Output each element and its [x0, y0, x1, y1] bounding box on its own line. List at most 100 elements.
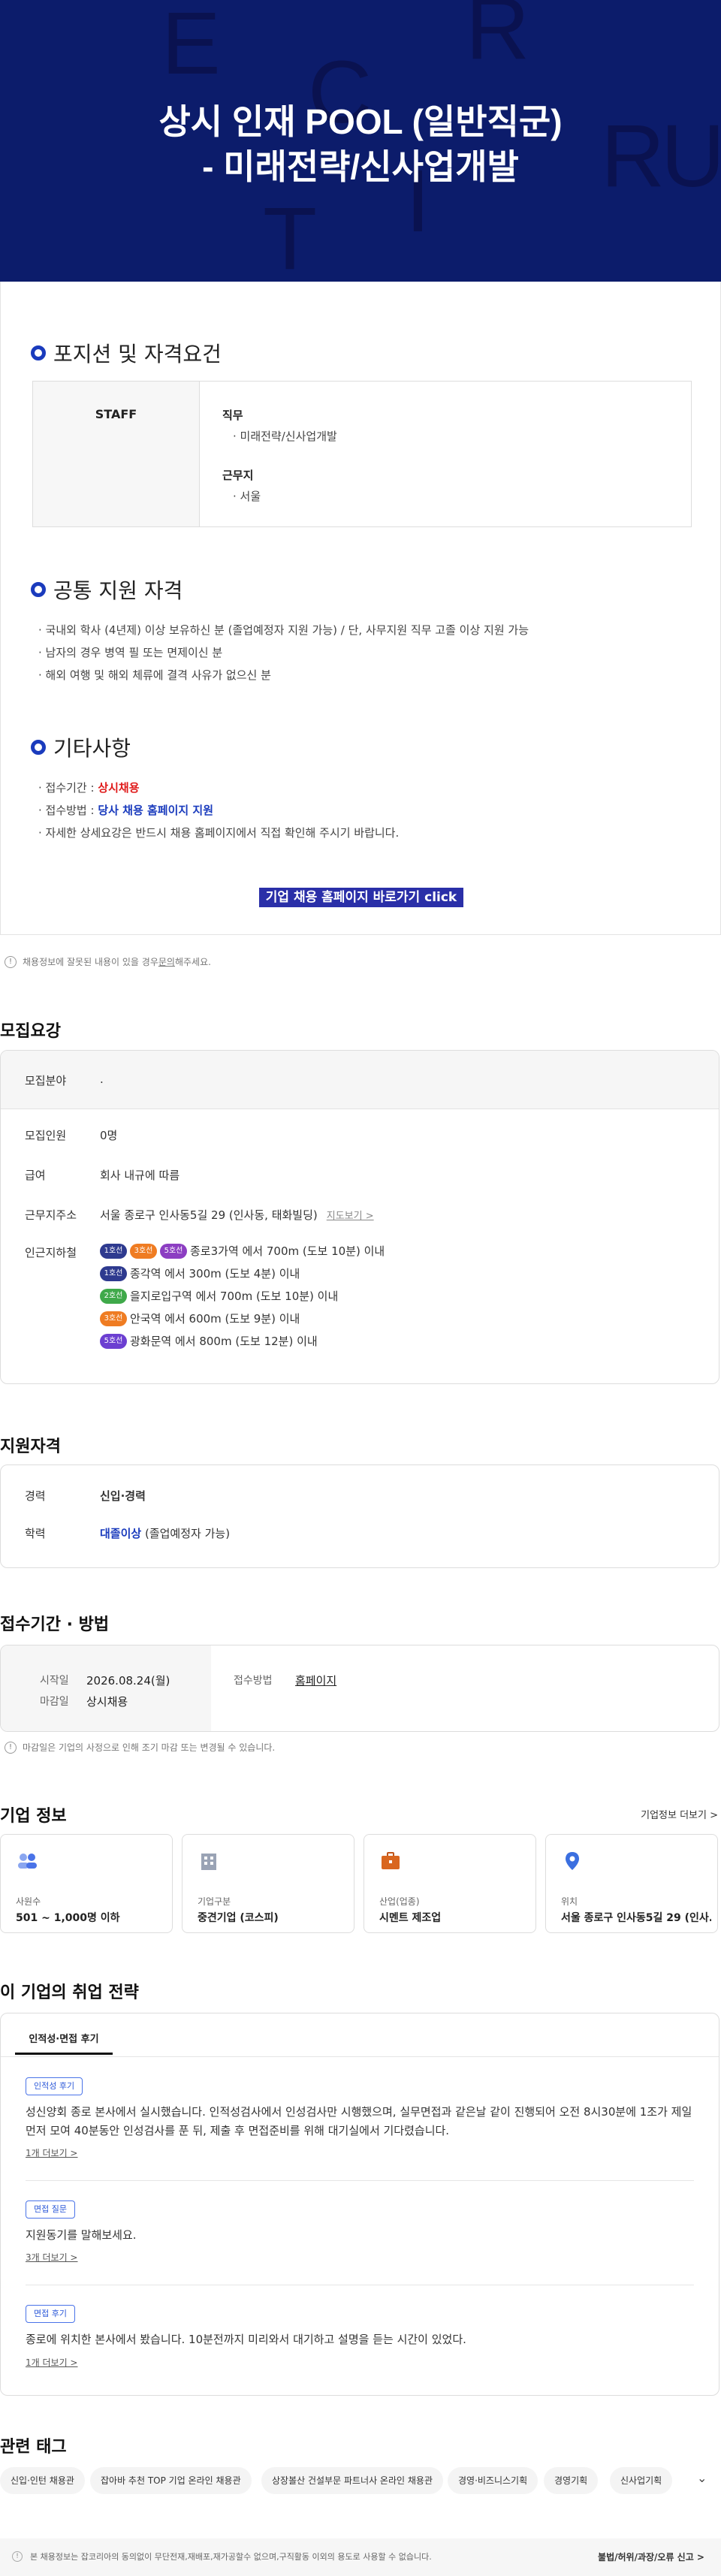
report-link[interactable]: 불법/허위/과장/오류 신고 >	[598, 2550, 704, 2563]
company-card-employees: 사원수 501 ~ 1,000명 이하	[0, 1834, 173, 1933]
review-text: 종로에 위치한 본사에서 봤습니다. 10분전까지 미리와서 대기하고 설명을 …	[26, 2333, 466, 2346]
hero-bg-letter: E	[161, 0, 221, 93]
qual-box: 경력 신입·경력 학력 대졸이상 (졸업예정자 가능)	[0, 1464, 719, 1568]
inquiry-link[interactable]: 문의	[158, 955, 175, 968]
tab-interview-reviews[interactable]: 인적성·면접 후기	[15, 2025, 113, 2055]
location-label: 근무지	[222, 469, 254, 482]
subway-line: 2호선 을지로입구역 에서 700m (도보 10분) 이내	[100, 1288, 338, 1304]
map-link[interactable]: 지도보기 >	[327, 1211, 374, 1222]
footer-bar: ! 본 채용정보는 잡코리아의 동의없이 무단전재,재배포,재가공할수 없으며,…	[0, 2538, 721, 2576]
hero-bg-letter: R	[466, 0, 530, 78]
review-text: 지원동기를 말해보세요.	[26, 2228, 137, 2242]
section-title-apply: 접수기간 · 방법	[0, 1615, 110, 1634]
subway-line-badge: 1호선	[100, 1265, 127, 1281]
subway-line-badge: 3호선	[130, 1243, 157, 1259]
review-more-link[interactable]: 1개 더보기 >	[26, 2356, 77, 2369]
related-tag[interactable]: 신입·인턴 채용관	[0, 2467, 85, 2494]
review-chip: 면접 후기	[26, 2305, 75, 2323]
subway-distance: 을지로입구역 에서 700m (도보 10분) 이내	[130, 1290, 339, 1303]
hero-bg-letter: T	[263, 189, 318, 282]
deadline-notice: ! 마감일은 기업의 사정으로 인해 조기 마감 또는 변경될 수 있습니다.	[5, 1741, 275, 1754]
section-title-strategy: 이 기업의 취업 전략	[0, 1983, 139, 2002]
etc-method: · 접수방법 : 당사 채용 홈페이지 지원	[38, 804, 213, 817]
address-value: 서울 종로구 인사동5길 29 (인사동, 태화빌딩) 지도보기 >	[100, 1208, 374, 1222]
related-tag[interactable]: 경영·비즈니스기획	[448, 2467, 538, 2494]
count-value: 0명	[100, 1129, 118, 1142]
etc-note: · 자세한 상세요강은 반드시 채용 홈페이지에서 직접 확인해 주시기 바랍니…	[38, 826, 400, 840]
subway-line: 3호선 안국역 에서 600m (도보 9분) 이내	[100, 1311, 300, 1326]
briefcase-icon	[382, 1852, 400, 1869]
section-title-common: 공통 지원 자격	[31, 575, 183, 605]
subway-distance: 종각역 에서 300m (도보 4분) 이내	[130, 1267, 300, 1280]
posting-title: 상시 인재 POOL (일반직군) - 미래전략/신사업개발	[158, 102, 563, 186]
job-group-cell: STAFF	[33, 382, 200, 526]
subway-line: 1호선 3호선 5호선 종로3가역 에서 700m (도보 10분) 이내	[100, 1243, 385, 1259]
subway-distance: 종로3가역 에서 700m (도보 10분) 이내	[190, 1244, 385, 1258]
edu-value: 대졸이상 (졸업예정자 가능)	[100, 1527, 231, 1540]
company-card-location: 위치 서울 종로구 인사동5길 29 (인사...	[545, 1834, 718, 1933]
company-homepage-button[interactable]: 기업 채용 홈페이지 바로가기 click	[259, 888, 463, 907]
chevron-down-icon[interactable]: ⌄	[697, 2471, 707, 2485]
subway-line: 1호선 종각역 에서 300m (도보 4분) 이내	[100, 1265, 300, 1281]
apply-dates: 시작일 2026.08.24(월) 마감일 상시채용	[1, 1645, 211, 1731]
related-tag[interactable]: 상장볼산 건설부문 파트너사 온라인 채용관	[261, 2467, 443, 2494]
tab-divider	[1, 2056, 719, 2057]
duty-value: · 미래전략/신사업개발	[233, 430, 337, 443]
career-value: 신입·경력	[100, 1489, 146, 1503]
related-tag[interactable]: 신사업기획	[610, 2467, 673, 2494]
subway-line: 5호선 광화문역 에서 800m (도보 12분) 이내	[100, 1333, 318, 1349]
apply-method-link[interactable]: 홈페이지	[295, 1673, 336, 1688]
recruit-box: 모집분야 . 모집인원 0명 급여 회사 내규에 따름 근무지주소 서울 종로구…	[0, 1050, 719, 1384]
subway-line-badge: 5호선	[100, 1333, 127, 1349]
review-more-link[interactable]: 3개 더보기 >	[26, 2251, 77, 2264]
section-title-tags: 관련 태그	[0, 2438, 67, 2457]
edu-label: 학력	[25, 1527, 46, 1540]
field-row: 모집분야 .	[1, 1051, 719, 1109]
section-title-etc: 기타사항	[31, 732, 131, 762]
duty-label: 직무	[222, 409, 243, 422]
job-posting-page: E R C R U I T 상시 인재 POOL (일반직군) - 미래전략/신…	[0, 0, 721, 2576]
related-tag[interactable]: 경영기획	[544, 2467, 599, 2494]
etc-period: · 접수기간 : 상시채용	[38, 781, 140, 795]
company-more-link[interactable]: 기업정보 더보기 >	[641, 1807, 718, 1821]
subway-label: 인근지하철	[25, 1246, 77, 1259]
bullet-circle-icon	[31, 740, 46, 755]
subway-distance: 광화문역 에서 800m (도보 12분) 이내	[130, 1335, 318, 1348]
subway-line-badge: 3호선	[100, 1311, 127, 1326]
section-title-company: 기업 정보	[0, 1807, 67, 1826]
subway-line-badge: 5호선	[160, 1243, 187, 1259]
salary-label: 급여	[25, 1169, 46, 1182]
error-report-notice: ! 채용정보에 잘못된 내용이 있을 경우 문의 해주세요.	[5, 955, 211, 968]
posting-detail: 포지션 및 자격요건 STAFF 직무 · 미래전략/신사업개발 근무지 · 서…	[0, 282, 721, 935]
section-title-recruit: 모집요강	[0, 1022, 61, 1041]
apply-box: 시작일 2026.08.24(월) 마감일 상시채용 접수방법 홈페이지	[0, 1645, 719, 1732]
position-table: STAFF 직무 · 미래전략/신사업개발 근무지 · 서울	[32, 381, 692, 527]
bullet-circle-icon	[31, 345, 46, 360]
location-value: · 서울	[233, 490, 261, 503]
hero-banner: E R C R U I T 상시 인재 POOL (일반직군) - 미래전략/신…	[0, 0, 721, 282]
subway-line-badge: 1호선	[100, 1243, 127, 1259]
count-label: 모집인원	[25, 1129, 67, 1142]
review-text: 성신양회 종로 본사에서 실시했습니다. 인적성검사에서 인성검사만 시행했으며…	[26, 2105, 692, 2137]
common-item: · 남자의 경우 병역 필 또는 면제이신 분	[38, 646, 223, 659]
company-card-industry: 산업(업종) 시멘트 제조업	[364, 1834, 536, 1933]
apply-method-label: 접수방법	[234, 1675, 273, 1687]
people-icon	[18, 1854, 37, 1869]
location-pin-icon	[566, 1852, 579, 1870]
related-tag[interactable]: 잡아바 추천 TOP 기업 온라인 채용관	[90, 2467, 252, 2494]
review-chip: 인적성 후기	[26, 2077, 83, 2095]
review-separator	[26, 2180, 694, 2181]
common-item: · 국내외 학사 (4년제) 이상 보유하신 분 (졸업예정자 지원 가능) /…	[38, 623, 529, 637]
review-more-link[interactable]: 1개 더보기 >	[26, 2146, 77, 2159]
address-label: 근무지주소	[25, 1208, 77, 1222]
info-icon: !	[12, 2551, 23, 2562]
footer-text: 본 채용정보는 잡코리아의 동의없이 무단전재,재배포,재가공할수 없으며,구직…	[30, 2552, 432, 2562]
info-icon: !	[5, 1741, 17, 1754]
salary-value: 회사 내규에 따름	[100, 1169, 180, 1182]
subway-distance: 안국역 에서 600m (도보 9분) 이내	[130, 1312, 300, 1326]
review-chip: 면접 질문	[26, 2200, 75, 2219]
section-title-qual: 지원자격	[0, 1437, 61, 1456]
info-icon: !	[5, 955, 17, 968]
bullet-circle-icon	[31, 582, 46, 597]
section-title-position: 포지션 및 자격요건	[31, 338, 222, 368]
